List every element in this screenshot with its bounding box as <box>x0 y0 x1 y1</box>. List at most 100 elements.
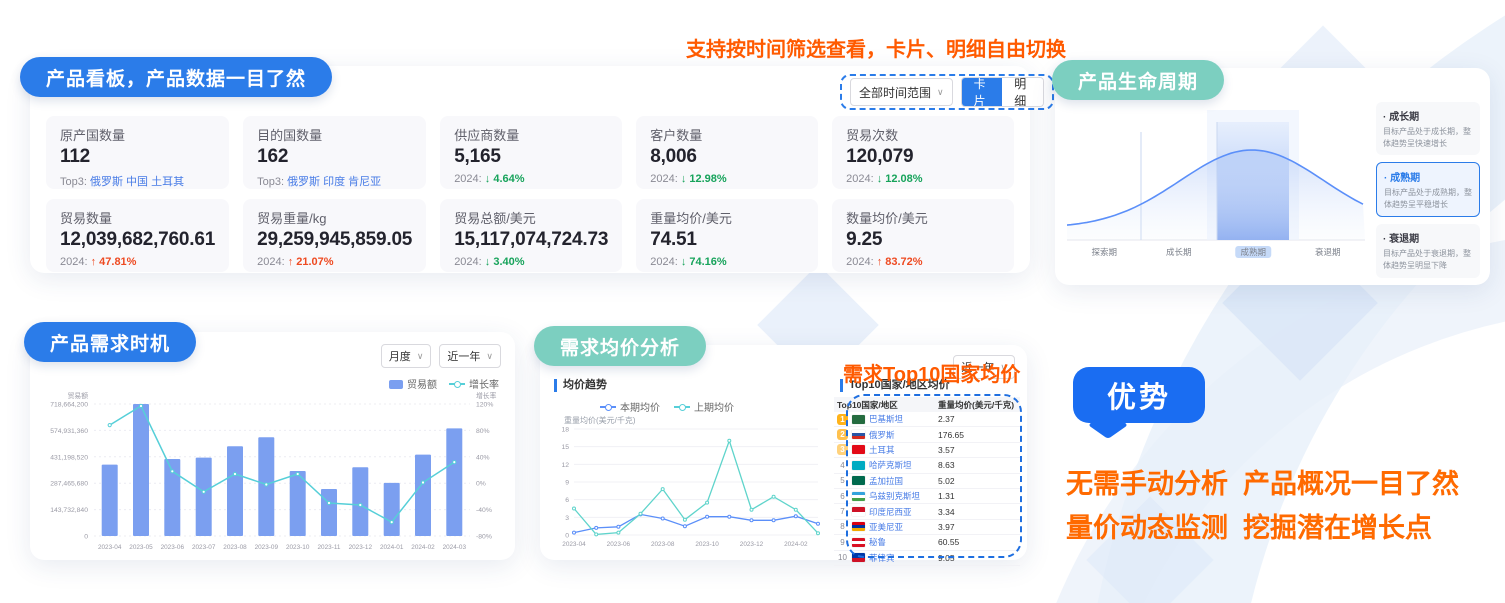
svg-text:574,931,360: 574,931,360 <box>50 428 88 435</box>
svg-text:0: 0 <box>84 534 88 541</box>
table-row[interactable]: 1巴基斯坦2.37 <box>834 412 1020 427</box>
country-link[interactable]: 乌兹别克斯坦 <box>869 490 920 502</box>
country-link[interactable]: 亚美尼亚 <box>869 521 903 533</box>
top3-countries[interactable]: 俄罗斯 中国 土耳其 <box>90 176 184 188</box>
stat-sub: 2024: ↓ 3.40% <box>454 256 608 268</box>
stat-value: 74.51 <box>650 229 804 251</box>
stat-label: 重量均价/美元 <box>650 208 804 227</box>
top10-table: Top10国家/地区重量均价(美元/千克)1巴基斯坦2.372俄罗斯176.65… <box>834 397 1020 566</box>
advantage-line-2: 量价动态监测 挖掘潜在增长点 <box>1066 506 1432 545</box>
svg-text:40%: 40% <box>476 454 490 461</box>
stat-sub: 2024: ↓ 12.98% <box>650 173 804 185</box>
table-header-row: Top10国家/地区重量均价(美元/千克) <box>834 397 1020 412</box>
svg-text:3: 3 <box>565 515 569 522</box>
price-value: 3.57 <box>938 445 1020 455</box>
country-link[interactable]: 哈萨克斯坦 <box>869 459 912 471</box>
price-value: 5.02 <box>938 476 1020 486</box>
year-prefix: 2024: <box>846 256 877 268</box>
lifecycle-stage-cards: · 成长期目标产品处于成长期，整体趋势呈快速增长 · 成熟期目标产品处于成熟期，整… <box>1376 102 1480 277</box>
country-link[interactable]: 巴基斯坦 <box>869 413 903 425</box>
period-select-value: 月度 <box>389 348 411 364</box>
delta-value: ↓ 74.16% <box>681 256 727 268</box>
period-select[interactable]: 月度 ∨ <box>381 344 432 368</box>
svg-text:2024-03: 2024-03 <box>443 544 467 551</box>
lifecycle-stage-card[interactable]: · 成长期目标产品处于成长期，整体趋势呈快速增长 <box>1376 102 1480 155</box>
rank-number: 10 <box>837 553 848 562</box>
svg-text:15: 15 <box>561 444 569 451</box>
panel-title-demand-timing: 产品需求时机 <box>24 322 196 362</box>
lifecycle-stage-card[interactable]: · 衰退期目标产品处于衰退期，整体趋势呈明显下降 <box>1376 224 1480 277</box>
panel-title-price-analysis: 需求均价分析 <box>534 326 706 366</box>
stat-card: 数量均价/美元9.252024: ↑ 83.72% <box>832 199 1014 272</box>
legend-trade-amount: 贸易额 <box>389 376 437 391</box>
country-flag-icon <box>852 415 865 424</box>
range-select[interactable]: 近一年 ∨ <box>439 344 501 368</box>
country-link[interactable]: 菲律宾 <box>869 552 895 564</box>
stat-sub: 2024: ↑ 83.72% <box>846 256 1000 268</box>
svg-text:9: 9 <box>565 480 569 487</box>
time-range-select[interactable]: 全部时间范围 ∨ <box>850 78 953 106</box>
svg-text:-40%: -40% <box>476 507 492 514</box>
svg-text:2023-11: 2023-11 <box>318 544 341 551</box>
table-row[interactable]: 5 孟加拉国 5.02 <box>834 474 1020 489</box>
stat-card: 供应商数量5,1652024: ↓ 4.64% <box>440 116 622 189</box>
stage-title: · 衰退期 <box>1383 230 1473 245</box>
price-value: 176.65 <box>938 430 1020 440</box>
lifecycle-curve: 探索期成长期成熟期衰退期 <box>1067 102 1370 265</box>
country-flag-icon <box>852 522 865 531</box>
card-view-button[interactable]: 卡片 <box>962 78 1003 106</box>
svg-text:2023-09: 2023-09 <box>255 544 279 551</box>
rank-number: 5 <box>837 476 848 485</box>
table-row[interactable]: 10菲律宾9.05 <box>834 551 1020 566</box>
svg-text:2023-08: 2023-08 <box>223 544 247 551</box>
svg-text:探索期: 探索期 <box>1091 247 1117 257</box>
delta-value: ↑ 83.72% <box>877 256 923 268</box>
lifecycle-stage-card[interactable]: · 成熟期目标产品处于成熟期，整体趋势呈平稳增长 <box>1376 162 1480 217</box>
svg-text:18: 18 <box>561 427 569 434</box>
table-row[interactable]: 9秘鲁60.55 <box>834 535 1020 550</box>
country-link[interactable]: 土耳其 <box>869 444 895 456</box>
table-row[interactable]: 7印度尼西亚3.34 <box>834 504 1020 519</box>
country-flag-icon <box>852 492 865 501</box>
stage-desc: 目标产品处于衰退期，整体趋势呈明显下降 <box>1383 248 1473 271</box>
view-toggle: 卡片 明细 <box>961 77 1044 107</box>
bar-swatch-icon <box>389 380 403 389</box>
country-link[interactable]: 孟加拉国 <box>869 475 903 487</box>
detail-view-button[interactable]: 明细 <box>1002 78 1043 106</box>
svg-text:2023-10: 2023-10 <box>286 544 310 551</box>
country-link[interactable]: 俄罗斯 <box>869 429 895 441</box>
rank-number: 6 <box>837 492 848 501</box>
top3-countries[interactable]: 俄罗斯 印度 肯尼亚 <box>287 176 381 188</box>
advantage-badge: 优势 <box>1073 367 1205 423</box>
stat-label: 目的国数量 <box>257 125 412 144</box>
country-link[interactable]: 印度尼西亚 <box>869 506 912 518</box>
line-swatch-icon <box>674 406 690 408</box>
table-row[interactable]: 8亚美尼亚3.97 <box>834 520 1020 535</box>
svg-text:2023-07: 2023-07 <box>192 544 216 551</box>
table-row[interactable]: 6 乌兹别克斯坦 1.31 <box>834 489 1020 504</box>
annotation-filter-note: 支持按时间筛选查看，卡片、明细自由切换 <box>686 33 1066 62</box>
year-prefix: 2024: <box>454 256 485 268</box>
lifecycle-panel: 贸易额 探索期成长期成熟期衰退期 · 成长期目标产品处于成长期，整体趋势呈快速增… <box>1055 68 1490 285</box>
stat-card: 原产国数量112Top3: 俄罗斯 中国 土耳其 <box>46 116 229 189</box>
rank-number: 4 <box>837 461 848 470</box>
year-prefix: 2024: <box>846 173 877 185</box>
delta-value: ↓ 3.40% <box>485 256 525 268</box>
price-value: 1.31 <box>938 491 1020 501</box>
svg-text:80%: 80% <box>476 428 490 435</box>
svg-text:衰退期: 衰退期 <box>1315 247 1341 257</box>
svg-text:2024-01: 2024-01 <box>380 544 404 551</box>
table-row[interactable]: 4哈萨克斯坦8.63 <box>834 458 1020 473</box>
table-row[interactable]: 3土耳其3.57 <box>834 443 1020 458</box>
chevron-down-icon: ∨ <box>937 87 944 98</box>
table-row[interactable]: 2俄罗斯176.65 <box>834 427 1020 442</box>
stat-label: 供应商数量 <box>454 125 608 144</box>
country-flag-icon <box>852 430 865 439</box>
svg-text:2023-12: 2023-12 <box>349 544 373 551</box>
rank-number: 9 <box>837 538 848 547</box>
lifecycle-chart: 贸易额 探索期成长期成熟期衰退期 <box>1067 102 1370 277</box>
legend-previous-price: 上期均价 <box>674 399 734 414</box>
stat-label: 原产国数量 <box>60 125 215 144</box>
country-link[interactable]: 秘鲁 <box>869 536 886 548</box>
svg-text:2023-10: 2023-10 <box>695 541 719 548</box>
